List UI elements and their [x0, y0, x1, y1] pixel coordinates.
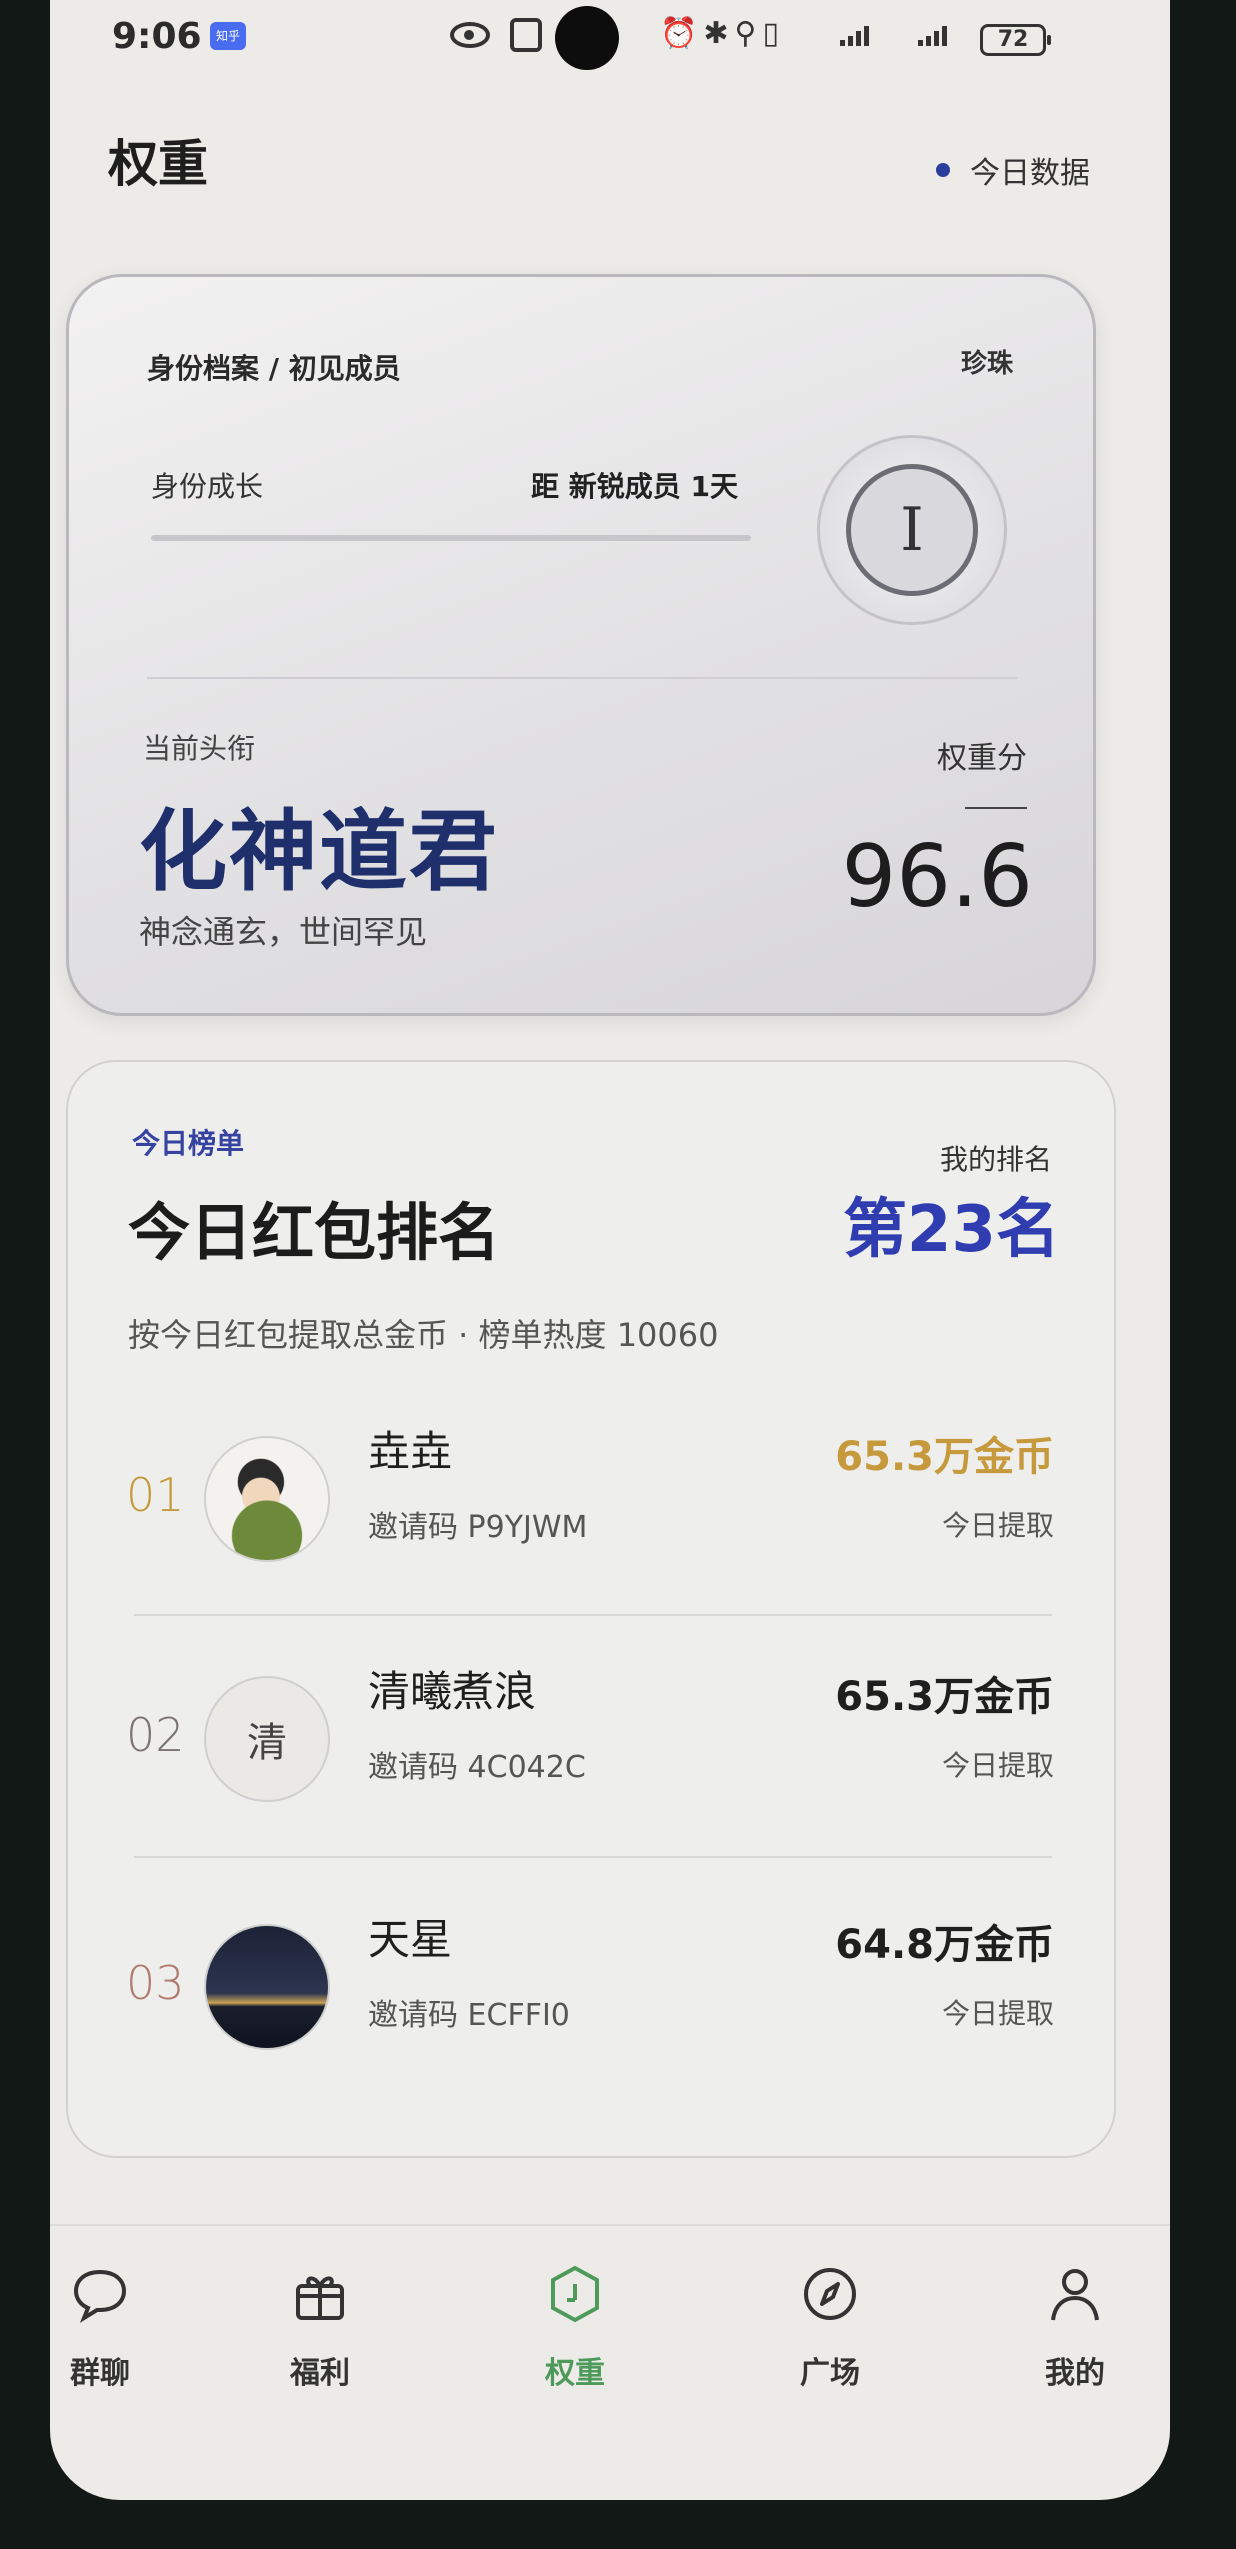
coin-amount: 65.3万金币 [835, 1434, 1054, 1480]
nav-label: 广场 [800, 2356, 860, 2391]
score-rule [965, 807, 1027, 809]
nav-label: 福利 [290, 2356, 350, 2391]
level-dial-numeral: I [846, 464, 978, 596]
status-time: 9:06 [112, 16, 202, 57]
ranking-card: 今日榜单 我的排名 今日红包排名 第23名 按今日红包提取总金币 · 榜单热度 … [66, 1060, 1116, 2158]
ranking-row[interactable]: 03 天星 邀请码 ECFFI0 64.8万金币 今日提取 [68, 1896, 1114, 2136]
my-rank-value: 第23名 [842, 1193, 1060, 1267]
status-bar: 9:06 知乎 ⏰✱⚲▯ 72 [50, 0, 1170, 80]
chat-bubble-icon [68, 2262, 132, 2326]
nav-item-plaza[interactable]: 广场 [760, 2262, 900, 2392]
invite-code: 邀请码 P9YJWM [368, 1510, 588, 1545]
cartoon-avatar-image [206, 1438, 328, 1560]
app-notification-icon: 知乎 [210, 22, 246, 50]
next-level-text: 距 新锐成员 1天 [531, 470, 738, 503]
my-rank-label: 我的排名 [939, 1143, 1052, 1176]
rank-number: 02 [126, 1708, 185, 1762]
nav-item-chat[interactable]: 群聊 [50, 2262, 170, 2392]
avatar [204, 1436, 330, 1562]
score-label: 权重分 [937, 741, 1027, 776]
eye-icon [450, 22, 490, 48]
nfc-icon [510, 18, 542, 52]
divider [147, 677, 1017, 679]
battery-icon: 72 [980, 24, 1051, 56]
signal-icon [840, 26, 884, 50]
ranking-tag: 今日榜单 [132, 1127, 245, 1160]
level-badge: 珍珠 [960, 349, 1013, 379]
growth-progress-bar [151, 535, 751, 541]
ranking-row[interactable]: 02 清 清曦煮浪 邀请码 4C042C 65.3万金币 今日提取 [68, 1648, 1114, 1888]
signal-icon [918, 26, 962, 50]
divider [134, 1614, 1052, 1616]
nav-label: 权重 [545, 2356, 605, 2391]
person-icon [1043, 2262, 1107, 2326]
nav-item-weight[interactable]: 权重 [505, 2262, 645, 2392]
amount-caption: 今日提取 [941, 1749, 1054, 1782]
nav-label: 群聊 [70, 2356, 130, 2391]
user-name: 清曦煮浪 [368, 1667, 537, 1716]
amount-caption: 今日提取 [941, 1997, 1054, 2030]
title-description: 神念通玄，世间罕见 [139, 913, 428, 951]
gift-icon [288, 2262, 352, 2326]
weight-score: 96.6 [841, 827, 1033, 927]
nav-item-me[interactable]: 我的 [1005, 2262, 1145, 2392]
dot-icon [936, 163, 950, 177]
night-sky-avatar-image [206, 1926, 328, 2048]
rank-number: 01 [126, 1468, 185, 1522]
user-name: 天星 [368, 1915, 453, 1964]
today-data-label: 今日数据 [970, 156, 1090, 191]
ranking-title: 今日红包排名 [128, 1196, 501, 1269]
identity-card[interactable]: 身份档案 / 初见成员 珍珠 身份成长 距 新锐成员 1天 I 当前头衔 化神道… [66, 274, 1096, 1016]
coin-amount: 64.8万金币 [835, 1922, 1054, 1968]
today-data-link[interactable]: 今日数据 [936, 148, 1090, 192]
amount-caption: 今日提取 [941, 1509, 1054, 1542]
level-dial: I [817, 435, 1007, 625]
rank-number: 03 [126, 1956, 185, 2010]
page-title: 权重 [108, 135, 208, 193]
invite-code: 邀请码 ECFFI0 [368, 1998, 570, 2033]
ranking-description: 按今日红包提取总金币 · 榜单热度 10060 [128, 1316, 719, 1354]
coin-amount: 65.3万金币 [835, 1674, 1054, 1720]
current-title-label: 当前头衔 [143, 732, 256, 765]
identity-breadcrumb: 身份档案 / 初见成员 [147, 352, 401, 385]
growth-label: 身份成长 [151, 470, 264, 503]
current-title: 化神道君 [139, 800, 500, 903]
user-name: 垚垚 [368, 1427, 453, 1476]
weight-icon [543, 2262, 607, 2326]
divider [134, 1856, 1052, 1858]
ranking-row[interactable]: 01 垚垚 邀请码 P9YJWM 65.3万金币 今日提取 [68, 1408, 1114, 1648]
status-icons: ⏰✱⚲▯ [660, 16, 785, 51]
front-camera [555, 6, 619, 70]
nav-item-welfare[interactable]: 福利 [250, 2262, 390, 2392]
compass-icon [798, 2262, 862, 2326]
avatar [204, 1924, 330, 2050]
bottom-navigation: 群聊 福利 权重 广场 我的 [50, 2224, 1170, 2424]
nav-label: 我的 [1045, 2356, 1105, 2391]
phone-screen: 9:06 知乎 ⏰✱⚲▯ 72 权重 今日数据 身份档案 / 初见成员 珍珠 身… [50, 0, 1170, 2500]
invite-code: 邀请码 4C042C [368, 1750, 586, 1785]
avatar: 清 [204, 1676, 330, 1802]
